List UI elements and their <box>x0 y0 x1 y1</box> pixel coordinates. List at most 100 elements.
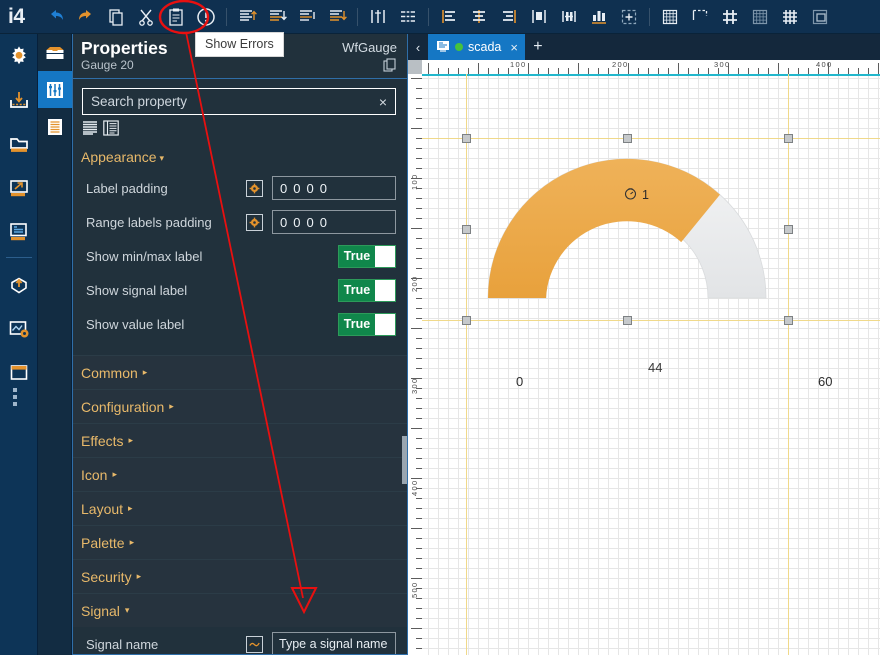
search-input[interactable] <box>83 94 371 109</box>
search-box[interactable]: × <box>82 88 396 115</box>
sidebar-more-button[interactable] <box>13 388 17 409</box>
show-min-max-label-toggle[interactable]: True <box>338 244 396 268</box>
close-icon[interactable]: × <box>510 40 518 55</box>
sidebar-item-export[interactable] <box>0 166 38 210</box>
sidebar-item-pages[interactable] <box>0 210 38 254</box>
section-label: Layout <box>81 500 124 517</box>
tab-scada[interactable]: scada × <box>428 34 525 60</box>
cut-icon[interactable] <box>133 4 159 30</box>
section-palette[interactable]: Palette ▸ <box>73 525 407 559</box>
scrollbar-thumb[interactable] <box>402 436 407 484</box>
tab-label: scada <box>468 40 502 54</box>
grid-bold-icon[interactable] <box>777 4 803 30</box>
send-back-icon[interactable] <box>556 4 582 30</box>
toggle-knob <box>375 245 395 267</box>
crop-icon[interactable] <box>687 4 713 30</box>
resize-handle-sw[interactable] <box>462 316 471 325</box>
application-window: i4 Properties Gauge 20 WfGauge Search pr… <box>0 0 880 655</box>
group-icon[interactable] <box>807 4 833 30</box>
binding-signal-icon[interactable] <box>246 635 263 653</box>
section-appearance-label: Appearance <box>81 149 157 165</box>
resize-handle-s[interactable] <box>623 316 632 325</box>
show-value-label-toggle[interactable]: True <box>338 312 396 336</box>
binding-gear-icon[interactable] <box>246 179 263 197</box>
horizontal-ruler[interactable]: 100 200 300 400 <box>422 60 880 74</box>
page-icon <box>436 39 450 56</box>
view-toggles <box>73 115 407 143</box>
select-area-icon[interactable] <box>616 4 642 30</box>
align-center-horizontal-icon[interactable] <box>365 4 391 30</box>
signal-name-input[interactable]: Type a signal name <box>272 632 396 654</box>
gauge-widget[interactable]: 1 44 0 60 <box>462 134 832 389</box>
sidebar-item-folder[interactable] <box>0 122 38 166</box>
properties-icon[interactable] <box>38 71 72 108</box>
align-left-icon[interactable] <box>436 4 462 30</box>
align-right-icon[interactable] <box>496 4 522 30</box>
undo-icon[interactable] <box>43 4 69 30</box>
copy-icon[interactable] <box>383 58 397 77</box>
section-label: Common <box>81 364 138 381</box>
paste-icon[interactable] <box>163 4 189 30</box>
tab-scroll-left-icon[interactable]: ‹ <box>408 34 428 60</box>
chevron-right-icon: ▸ <box>128 503 133 513</box>
section-common[interactable]: Common ▸ <box>73 355 407 389</box>
resize-handle-se[interactable] <box>784 316 793 325</box>
section-signal[interactable]: Signal ▾ <box>73 593 407 627</box>
grid-fine-icon[interactable] <box>747 4 773 30</box>
align-bottom-icon[interactable] <box>264 4 290 30</box>
sidebar-item-import[interactable] <box>0 78 38 122</box>
chart-icon[interactable] <box>586 4 612 30</box>
redo-icon[interactable] <box>73 4 99 30</box>
show-errors-icon[interactable] <box>193 4 219 30</box>
list-view-toggle[interactable] <box>82 120 98 141</box>
sidebar-item-settings[interactable] <box>0 34 38 78</box>
vertical-ruler[interactable]: 100 200 300 400 500 <box>408 74 422 655</box>
resize-handle-e[interactable] <box>784 225 793 234</box>
grid-icon[interactable] <box>657 4 683 30</box>
bring-front-icon[interactable] <box>526 4 552 30</box>
gauge-value-label: 44 <box>648 360 663 375</box>
align-top-icon[interactable] <box>234 4 260 30</box>
label-padding-field[interactable]: 0 0 0 0 <box>272 176 396 200</box>
ruler-label: 500 <box>410 581 419 598</box>
resize-handle-ne[interactable] <box>784 134 793 143</box>
range-labels-padding-field[interactable]: 0 0 0 0 <box>272 210 396 234</box>
editor-area: ‹ scada × + 100 200 300 400 100 200 300 … <box>408 34 880 655</box>
distribute-vertical-icon[interactable] <box>324 4 350 30</box>
resize-handle-n[interactable] <box>623 134 632 143</box>
binding-gear-icon[interactable] <box>246 213 263 231</box>
align-middle-vertical-icon[interactable] <box>294 4 320 30</box>
copy-icon[interactable] <box>103 4 129 30</box>
section-configuration[interactable]: Configuration ▸ <box>73 389 407 423</box>
chevron-down-icon: ▾ <box>124 605 130 615</box>
sidebar-item-deploy[interactable] <box>0 263 38 307</box>
section-icon[interactable]: Icon ▸ <box>73 457 407 491</box>
resize-handle-w[interactable] <box>462 225 471 234</box>
gauge-signal-label: 1 <box>624 187 649 203</box>
selected-widget-name: Gauge 20 <box>81 58 134 72</box>
clear-search-icon[interactable]: × <box>371 95 395 109</box>
add-tab-button[interactable]: + <box>525 34 551 60</box>
category-view-toggle[interactable] <box>103 120 119 141</box>
toggle-value: True <box>339 245 375 267</box>
section-security[interactable]: Security ▸ <box>73 559 407 593</box>
chevron-right-icon: ▸ <box>128 435 134 445</box>
properties-scrollbar[interactable] <box>402 124 407 654</box>
chevron-right-icon: ▸ <box>112 469 117 479</box>
resize-handle-nw[interactable] <box>462 134 471 143</box>
toolbox-icon[interactable] <box>38 34 72 71</box>
sidebar-item-media[interactable] <box>0 307 38 351</box>
show-signal-label-toggle[interactable]: True <box>338 278 396 302</box>
section-effects[interactable]: Effects ▸ <box>73 423 407 457</box>
align-center-icon[interactable] <box>466 4 492 30</box>
distribute-horizontal-icon[interactable] <box>395 4 421 30</box>
sidebar-item-window[interactable] <box>0 351 38 395</box>
toggle-value: True <box>339 313 375 335</box>
section-appearance[interactable]: Appearance ▾ <box>73 143 407 171</box>
design-canvas[interactable]: 1 44 0 60 <box>422 74 880 655</box>
list-icon[interactable] <box>38 108 72 145</box>
grid-snap-icon[interactable] <box>717 4 743 30</box>
property-row-show-value-label: Show value label True <box>73 307 407 341</box>
section-layout[interactable]: Layout ▸ <box>73 491 407 525</box>
tab-status-dot <box>455 43 463 51</box>
